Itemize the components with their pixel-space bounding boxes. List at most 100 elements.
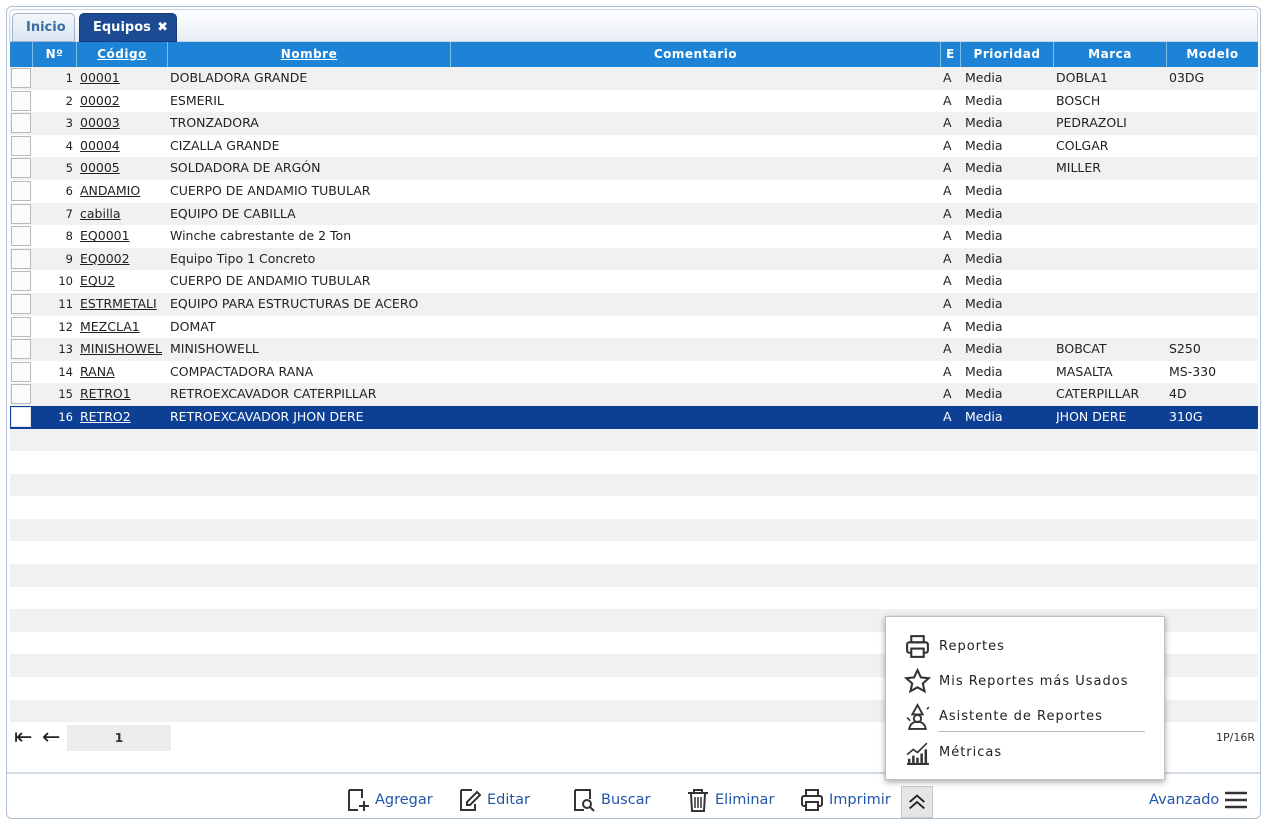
row-checkbox[interactable] [11,180,31,201]
row-nombre: Winche cabrestante de 2 Ton [170,228,352,244]
row-checkbox[interactable] [11,68,31,88]
row-nombre: ESMERIL [170,92,224,108]
row-estado: A [943,182,952,198]
buscar-button[interactable]: Buscar [571,786,651,814]
row-codigo-link[interactable]: RETRO1 [80,383,168,406]
table-row[interactable]: 13 MINISHOWEL MINISHOWELL A Media BOBCAT S250 [10,338,1258,361]
row-nombre: TRONZADORA [170,115,259,131]
table-row[interactable]: 11 ESTRMETALI EQUIPO PARA ESTRUCTURAS DE A… [10,292,1258,316]
row-codigo-link[interactable]: ANDAMIO [80,180,168,203]
table-row[interactable]: 4 00004 CIZALLA GRANDE A Media COLGAR [10,134,1258,158]
row-checkbox[interactable] [11,226,31,247]
table-row[interactable]: 12 MEZCLA1 DOMAT A Media [10,315,1258,339]
row-checkbox[interactable] [11,271,31,292]
table-row[interactable]: 8 EQ0001 Winche cabrestante de 2 Ton A Media [10,225,1258,248]
row-checkbox[interactable] [11,316,31,337]
tab-equipos[interactable]: Equipos ✖ [79,13,177,42]
eliminar-label: Eliminar [715,792,775,808]
chevron-up-icon [909,794,925,810]
row-checkbox[interactable] [11,203,31,224]
table-row[interactable]: 6 ANDAMIO CUERPO DE ANDAMIO TUBULAR A Media [10,179,1258,203]
row-codigo-link[interactable]: ESTRMETALI [80,293,168,316]
empty-row [10,518,1258,542]
printer-icon [906,634,929,658]
menu-item-asistente[interactable]: Asistente de Reportes [904,701,1103,731]
row-estado: A [943,228,952,244]
row-nombre: EQUIPO PARA ESTRUCTURAS DE ACERO [170,295,419,311]
editar-label: Editar [487,792,530,808]
row-checkbox[interactable] [11,384,31,405]
table-row[interactable]: 10 EQU2 CUERPO DE ANDAMIO TUBULAR A Media [10,270,1258,293]
row-marca [1056,316,1166,339]
menu-separator [938,731,1145,732]
row-checkbox[interactable] [11,248,31,269]
editar-button[interactable]: Editar [457,786,530,814]
menu-item-metricas[interactable]: Métricas [904,737,1002,767]
table-row[interactable]: 3 00003 TRONZADORA A Media PEDRAZOLI [10,112,1258,135]
agregar-button[interactable]: Agregar [345,786,433,814]
close-icon[interactable]: ✖ [157,14,168,42]
row-codigo-link[interactable]: 00002 [80,90,168,113]
row-estado: A [943,250,952,266]
menu-item-reportes[interactable]: Reportes [904,631,1005,661]
add-icon [348,789,369,811]
row-prioridad: Media [965,160,1003,176]
row-checkbox[interactable] [11,293,31,314]
row-estado: A [943,92,952,108]
table-row[interactable]: 15 RETRO1 RETROEXCAVADOR CATERPILLAR A Media… [10,383,1258,406]
first-page-icon[interactable]: ⇤ [14,725,32,750]
row-checkbox[interactable] [11,113,31,134]
row-nombre: CIZALLA GRANDE [170,137,280,153]
avanzado-button[interactable]: Avanzado [1149,786,1249,814]
row-checkbox[interactable] [11,135,31,156]
row-number: 10 [58,274,73,289]
tab-inicio-label: Inicio [26,20,66,35]
table-row[interactable]: 16 RETRO2 RETROEXCAVADOR JHON DERE A Media JH… [10,405,1258,429]
row-codigo-link[interactable]: MINISHOWEL [80,338,168,361]
row-marca [1056,203,1166,226]
row-codigo-link[interactable]: EQU2 [80,270,168,293]
row-codigo-link[interactable]: MEZCLA1 [80,316,168,339]
header-nombre[interactable]: Nombre [168,42,451,67]
row-checkbox[interactable] [11,339,31,360]
row-codigo-link[interactable]: 00004 [80,135,168,158]
row-prioridad: Media [965,318,1003,334]
eliminar-button[interactable]: Eliminar [685,786,774,814]
menu-item-mis-reportes[interactable]: Mis Reportes más Usados [904,666,1129,696]
row-number: 5 [65,161,73,176]
row-estado: A [943,205,952,221]
row-prioridad: Media [965,137,1003,153]
header-codigo[interactable]: Código [77,42,168,67]
row-codigo-link[interactable]: 00003 [80,112,168,135]
previous-page-icon[interactable]: ← [42,725,60,750]
row-codigo-link[interactable]: 00005 [80,157,168,180]
print-menu-toggle[interactable] [901,786,933,818]
row-prioridad: Media [965,363,1003,379]
tab-inicio[interactable]: Inicio [12,13,75,42]
empty-row [10,451,1258,474]
page-number[interactable]: 1 [67,725,171,751]
header-comentario: Comentario [451,42,941,67]
row-codigo-link[interactable]: RANA [80,361,168,384]
row-codigo-link[interactable]: RETRO2 [80,406,168,429]
imprimir-button[interactable]: Imprimir [799,786,891,814]
row-checkbox[interactable] [11,406,31,427]
table-row[interactable]: 2 00002 ESMERIL A Media BOSCH [10,89,1258,113]
row-codigo-link[interactable]: EQ0001 [80,225,168,248]
row-checkbox[interactable] [11,158,31,179]
table-row[interactable]: 1 00001 DOBLADORA GRANDE A Media DOBLA1 03DG [10,67,1258,90]
row-checkbox[interactable] [11,90,31,111]
header-prioridad: Prioridad [961,42,1054,67]
tab-bar: Inicio Equipos ✖ [9,9,1258,42]
row-codigo-link[interactable]: EQ0002 [80,248,168,271]
row-codigo-link[interactable]: cabilla [80,203,168,226]
row-nombre: MINISHOWELL [170,341,259,357]
table-row[interactable]: 7 cabilla EQUIPO DE CABILLA A Media [10,202,1258,226]
row-codigo-link[interactable]: 00001 [80,67,168,90]
row-marca: MILLER [1056,160,1101,176]
table-row[interactable]: 14 RANA COMPACTADORA RANA A Media MASALTA MS-3… [10,360,1258,384]
table-row[interactable]: 9 EQ0002 Equipo Tipo 1 Concreto A Media [10,247,1258,271]
row-checkbox[interactable] [11,361,31,382]
table-row[interactable]: 5 00005 SOLDADORA DE ARGÓN A Media MILLER [10,157,1258,180]
row-marca: DOBLA1 [1056,70,1108,85]
